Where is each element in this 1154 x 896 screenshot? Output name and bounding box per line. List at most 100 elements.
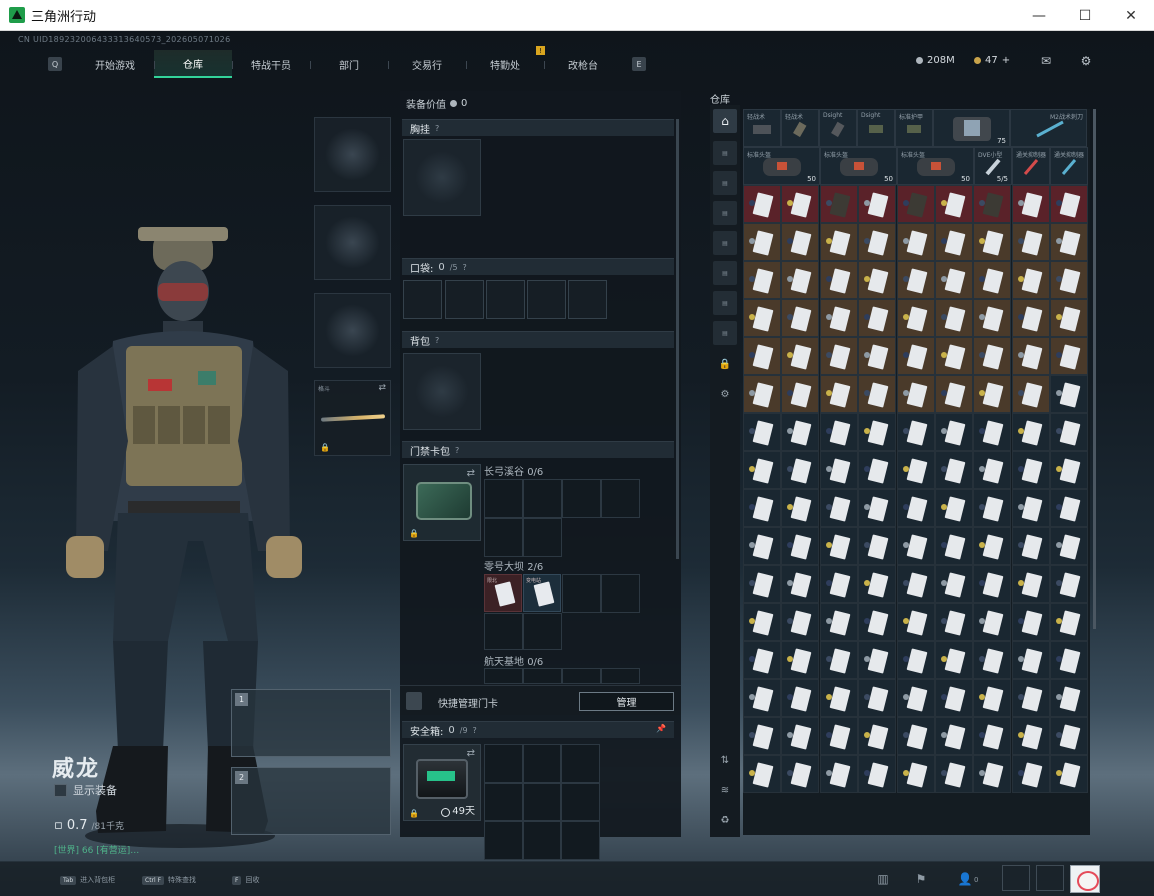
backpack-slot[interactable] (403, 353, 481, 430)
warehouse-keycard[interactable] (819, 299, 858, 337)
keycard-cell[interactable] (523, 479, 562, 518)
warehouse-keycard[interactable] (743, 527, 781, 565)
keycard-cell[interactable] (601, 668, 640, 684)
warehouse-keycard[interactable] (1011, 641, 1050, 679)
warehouse-keycard[interactable] (1011, 489, 1050, 527)
warehouse-item[interactable]: 标准头盔 50 (820, 147, 897, 185)
warehouse-keycard[interactable] (1050, 261, 1089, 299)
world-chat-line[interactable]: [世界] 66 [有营运]… (54, 843, 139, 856)
warehouse-keycard[interactable] (858, 641, 897, 679)
minimize-button[interactable]: — (1016, 0, 1062, 31)
hint-recycle[interactable]: F 回收 (232, 875, 259, 885)
safebox-cell[interactable] (522, 782, 561, 821)
warehouse-keycard[interactable] (1011, 337, 1050, 375)
warehouse-keycard[interactable] (781, 223, 820, 261)
avatar[interactable] (1070, 865, 1100, 893)
tab-trade[interactable]: 交易行 (388, 50, 466, 78)
warehouse-tab-icon[interactable]: ▤ (713, 231, 737, 255)
warehouse-keycard[interactable] (781, 565, 820, 603)
loadout-scrollbar[interactable] (676, 119, 679, 559)
keycard-cell[interactable] (523, 668, 562, 684)
warehouse-keycard[interactable] (935, 603, 973, 641)
warehouse-keycard[interactable] (896, 223, 935, 261)
gold-currency[interactable]: 47 + (974, 55, 1010, 66)
warehouse-keycard[interactable] (896, 603, 935, 641)
help-icon[interactable]: ? (455, 446, 459, 455)
warehouse-keycard[interactable] (896, 299, 935, 337)
warehouse-keycard[interactable] (1050, 375, 1089, 413)
warehouse-keycard[interactable] (973, 603, 1012, 641)
warehouse-item[interactable]: 通关抑制器 (1012, 147, 1050, 185)
keycard-cell[interactable] (523, 613, 562, 650)
warehouse-keycard[interactable] (743, 337, 781, 375)
warehouse-keycard[interactable] (935, 565, 973, 603)
pocket-slot[interactable] (403, 280, 442, 319)
warehouse-keycard[interactable] (858, 451, 897, 489)
keycard-cell[interactable] (562, 574, 601, 613)
warehouse-keycard[interactable] (819, 755, 858, 793)
warehouse-keycard[interactable] (819, 337, 858, 375)
warehouse-keycard[interactable] (973, 261, 1012, 299)
pocket-slot[interactable] (486, 280, 525, 319)
swap-icon[interactable]: ⇄ (467, 468, 475, 479)
warehouse-keycard[interactable] (743, 603, 781, 641)
add-gold-icon[interactable]: + (1002, 55, 1010, 66)
warehouse-keycard[interactable] (935, 413, 973, 451)
warehouse-tab-icon[interactable]: ▤ (713, 291, 737, 315)
keycard-cell[interactable] (484, 518, 523, 557)
keycard-cell[interactable] (601, 479, 640, 518)
warehouse-keycard[interactable] (973, 565, 1012, 603)
warehouse-keycard[interactable] (935, 299, 973, 337)
warehouse-keycard[interactable] (781, 717, 820, 755)
warehouse-keycard[interactable] (781, 185, 820, 223)
warehouse-keycard[interactable] (858, 603, 897, 641)
warehouse-keycard[interactable] (743, 717, 781, 755)
warehouse-tab-icon[interactable]: ▤ (713, 171, 737, 195)
warehouse-keycard[interactable] (1050, 337, 1089, 375)
warehouse-keycard[interactable] (896, 451, 935, 489)
warehouse-keycard[interactable] (935, 755, 973, 793)
warehouse-keycard[interactable] (858, 375, 897, 413)
warehouse-keycard[interactable] (896, 679, 935, 717)
warehouse-keycard[interactable] (1011, 413, 1050, 451)
pocket-slot[interactable] (527, 280, 566, 319)
warehouse-keycard[interactable] (781, 375, 820, 413)
warehouse-tab-main[interactable]: ⌂ (713, 109, 737, 133)
warehouse-keycard[interactable] (819, 603, 858, 641)
warehouse-keycard[interactable] (743, 641, 781, 679)
warehouse-keycard[interactable] (1050, 413, 1089, 451)
hint-tab[interactable]: Tab 进入背包柜 (60, 875, 115, 885)
pistol-slot[interactable] (314, 293, 391, 368)
warehouse-item[interactable]: 标准头盔 50 (897, 147, 974, 185)
nav-prev-key[interactable]: Q (48, 57, 62, 71)
safebox-cell[interactable] (561, 782, 600, 821)
warehouse-keycard[interactable] (935, 527, 973, 565)
warehouse-keycard[interactable] (743, 451, 781, 489)
squad-slot[interactable] (1036, 865, 1064, 891)
warehouse-keycard[interactable] (935, 489, 973, 527)
warehouse-item[interactable]: 轻战术 (781, 109, 819, 147)
warehouse-keycard[interactable] (935, 717, 973, 755)
warehouse-keycard[interactable] (781, 755, 820, 793)
tab-special-ops[interactable]: 特勤处 ! (466, 46, 545, 78)
warehouse-keycard[interactable] (1011, 565, 1050, 603)
warehouse-tab-icon[interactable]: ▤ (713, 201, 737, 225)
show-gear-checkbox[interactable] (54, 783, 67, 797)
warehouse-keycard[interactable] (858, 679, 897, 717)
warehouse-keycard[interactable] (743, 755, 781, 793)
warehouse-keycard[interactable] (935, 337, 973, 375)
pin-icon[interactable]: 📌 (656, 724, 666, 733)
manage-button[interactable]: 管理 (579, 692, 674, 711)
keycard-item[interactable]: 变电站 (523, 574, 561, 612)
keycard-cell[interactable] (601, 574, 640, 613)
warehouse-keycard[interactable] (819, 641, 858, 679)
pocket-slot[interactable] (568, 280, 607, 319)
warehouse-keycard[interactable] (858, 489, 897, 527)
warehouse-keycard[interactable] (1050, 679, 1089, 717)
warehouse-keycard[interactable] (1011, 603, 1050, 641)
warehouse-keycard[interactable] (896, 565, 935, 603)
warehouse-keycard[interactable] (935, 679, 973, 717)
squad-slot[interactable] (1002, 865, 1030, 891)
pocket-slot[interactable] (445, 280, 484, 319)
warehouse-keycard[interactable] (743, 565, 781, 603)
